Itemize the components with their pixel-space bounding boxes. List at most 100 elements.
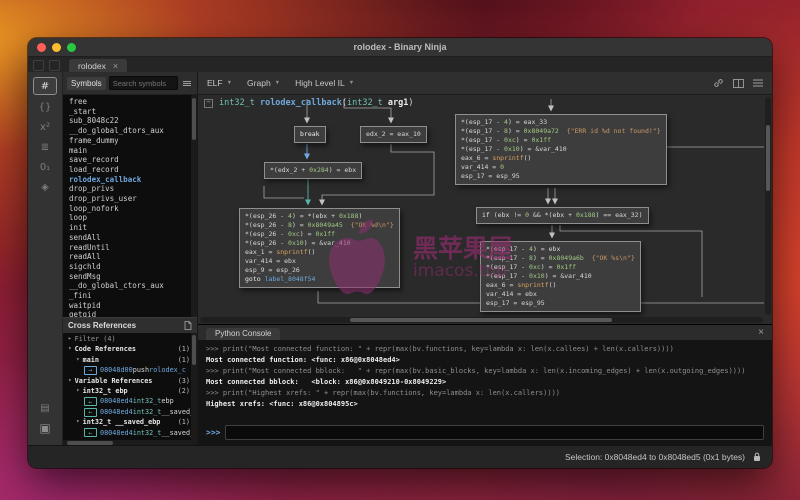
symbol-item[interactable]: save_record — [69, 155, 189, 165]
tab-rolodex[interactable]: rolodex × — [69, 59, 127, 73]
console-command-line: >>> print("Most connected function: " + … — [206, 344, 764, 355]
types-icon[interactable]: {} — [34, 99, 56, 115]
symbol-item[interactable]: _fini — [69, 291, 189, 301]
console-result-line: Highest xrefs: <func: x86@0x804895c> — [206, 399, 764, 410]
stack-icon[interactable]: ≣ — [34, 139, 56, 155]
console-prompt: >>> — [206, 428, 220, 437]
console-input-field[interactable] — [225, 425, 764, 440]
block-ok-s[interactable]: *(esp_17 - 4) = ebx*(esp_17 - 8) = 0x804… — [480, 241, 641, 312]
sidebar-icon-strip: # {} x² ≣ 0₁ ◈ ▤ ▣ — [28, 72, 63, 446]
export-document-icon[interactable] — [184, 321, 192, 330]
symbol-item[interactable]: load_record — [69, 165, 189, 175]
tags-icon[interactable]: ◈ — [34, 179, 56, 195]
lock-icon[interactable] — [753, 452, 761, 462]
symbol-item[interactable]: drop_privs_user — [69, 194, 189, 204]
symbol-item[interactable]: loop — [69, 213, 189, 223]
symbol-item[interactable]: sub_8048c22 — [69, 116, 189, 126]
variables-icon[interactable]: x² — [34, 119, 56, 135]
symbol-item[interactable]: readAll — [69, 252, 189, 262]
binary-ninja-window: rolodex - Binary Ninja rolodex × # {} x² ≣ 0… — [28, 38, 772, 468]
tab-close-icon[interactable]: × — [113, 62, 118, 70]
symbol-item[interactable]: frame_dummy — [69, 136, 189, 146]
graph-vscrollbar[interactable] — [765, 97, 771, 315]
tab-nav-back-button[interactable] — [33, 60, 44, 71]
symbol-item[interactable]: __do_global_ctors_aux — [69, 281, 189, 291]
xref-entry-row[interactable]: ←08048ed4 int32_t __saved_e — [66, 428, 197, 438]
symbol-item[interactable]: sendMsg — [69, 272, 189, 282]
xrefs-group-row[interactable]: ▾Variable References(3) — [66, 376, 197, 386]
symbol-item[interactable]: rolodex_callback — [69, 175, 189, 185]
block-ok-d[interactable]: *(esp_26 - 4) = *(ebx + 0x188)*(esp_26 -… — [239, 208, 400, 288]
xrefs-group-row[interactable]: ▾int32_t ebp(2) — [66, 386, 197, 396]
memory-map-icon[interactable]: ▤ — [34, 400, 56, 416]
cross-references-panel: Cross References ▸Filter (4)▾Code Refere… — [63, 317, 197, 446]
left-panel: Symbols free_startsub_8048c22__do_global… — [63, 72, 198, 446]
block-if[interactable]: if (ebx != 0 && *(ebx + 0x188) == eax_32… — [476, 207, 649, 224]
symbol-item[interactable]: drop_privs — [69, 184, 189, 194]
console-input-row: >>> — [198, 423, 772, 446]
code-ref-icon: → — [84, 366, 97, 375]
toolbar-menu-high-level-il[interactable]: High Level IL▼ — [295, 78, 354, 88]
symbol-item[interactable]: getgid — [69, 310, 189, 317]
console-tab[interactable]: Python Console — [206, 328, 280, 340]
symbol-item[interactable]: _start — [69, 107, 189, 117]
xrefs-filter-row[interactable]: ▸Filter (4) — [66, 334, 197, 344]
graph-view[interactable]: −int32_t rolodex_callback(int32_t arg1) … — [198, 95, 772, 324]
toolbar-menu-elf[interactable]: ELF▼ — [207, 78, 232, 88]
search-symbols-input[interactable] — [109, 76, 178, 90]
cross-references-title: Cross References — [68, 321, 136, 330]
symbol-item[interactable]: main — [69, 146, 189, 156]
console-result-line: Most connected function: <func: x86@0x80… — [206, 355, 764, 366]
xref-entry-row[interactable]: ←08048ed4 int32_t ebp — [66, 396, 197, 406]
strings-icon[interactable]: 0₁ — [34, 159, 56, 175]
menu-icon[interactable] — [753, 79, 763, 87]
symbols-menu-icon[interactable] — [181, 81, 193, 86]
main-area: ELF▼ Graph▼ High Level IL▼ — [198, 72, 772, 446]
console-command-line: >>> print("Most connected bblock: " + re… — [206, 366, 764, 377]
link-icon[interactable] — [713, 78, 724, 88]
desktop-wallpaper: rolodex - Binary Ninja rolodex × # {} x² ≣ 0… — [0, 0, 800, 500]
symbol-item[interactable]: init — [69, 223, 189, 233]
xrefs-group-row[interactable]: ▾main(1) — [66, 355, 197, 365]
xref-entry-row[interactable]: ←08048ed4 int32_t __saved_e — [66, 407, 197, 417]
xrefs-group-row[interactable]: ▾Code References(1) — [66, 344, 197, 354]
toolbar-menu-graph[interactable]: Graph▼ — [247, 78, 280, 88]
symbol-item[interactable]: readUntil — [69, 243, 189, 253]
view-toolbar: ELF▼ Graph▼ High Level IL▼ — [198, 72, 772, 95]
function-signature[interactable]: −int32_t rolodex_callback(int32_t arg1) — [204, 98, 414, 108]
console-command-line: >>> print("Highest xrefs: " + repr(max(b… — [206, 388, 764, 399]
panels-icon[interactable]: ▣ — [34, 420, 56, 436]
xrefs-group-row[interactable]: ▾int32_t __saved_ebp(1) — [66, 417, 197, 427]
xrefs-scrollbar[interactable] — [191, 333, 197, 440]
tab-nav-forward-button[interactable] — [49, 60, 60, 71]
variable-ref-icon: ← — [84, 428, 97, 437]
symbols-icon[interactable]: # — [33, 77, 57, 95]
status-bar: Selection: 0x8048ed4 to 0x8048ed5 (0x1 b… — [28, 445, 772, 468]
symbol-item[interactable]: loop_nofork — [69, 204, 189, 214]
symbol-item[interactable]: sigchld — [69, 262, 189, 272]
symbol-item[interactable]: waitpid — [69, 301, 189, 311]
console-header: Python Console × — [198, 325, 772, 340]
symbols-panel-header: Symbols — [63, 72, 197, 95]
console-output: >>> print("Most connected function: " + … — [198, 340, 772, 423]
symbol-item[interactable]: sendAll — [69, 233, 189, 243]
symbols-scrollbar[interactable] — [191, 95, 197, 317]
window-title: rolodex - Binary Ninja — [28, 42, 772, 52]
block-store[interactable]: *(edx_2 + 0x284) = ebx — [264, 162, 362, 179]
collapse-icon[interactable]: − — [204, 99, 213, 108]
graph-hscrollbar[interactable] — [200, 317, 763, 323]
cross-references-tree: ▸Filter (4)▾Code References(1)▾main(1)→0… — [63, 333, 197, 440]
symbol-item[interactable]: __do_global_dtors_aux — [69, 126, 189, 136]
symbol-item[interactable]: free — [69, 97, 189, 107]
block-edx[interactable]: edx_2 = eax_10 — [360, 126, 427, 143]
block-break[interactable]: break — [294, 126, 326, 143]
console-close-icon[interactable]: × — [758, 327, 764, 338]
titlebar[interactable]: rolodex - Binary Ninja — [28, 38, 772, 57]
variable-ref-icon: ← — [84, 397, 97, 406]
xref-entry-row[interactable]: →08048d00 push rolodex_c — [66, 365, 197, 375]
python-console: Python Console × >>> print("Most connect… — [198, 324, 772, 446]
block-err[interactable]: *(esp_17 - 4) = eax_33*(esp_17 - 8) = 0x… — [455, 114, 667, 185]
selection-status: Selection: 0x8048ed4 to 0x8048ed5 (0x1 b… — [565, 452, 745, 462]
tab-label: rolodex — [78, 61, 106, 71]
split-view-icon[interactable] — [733, 79, 744, 88]
